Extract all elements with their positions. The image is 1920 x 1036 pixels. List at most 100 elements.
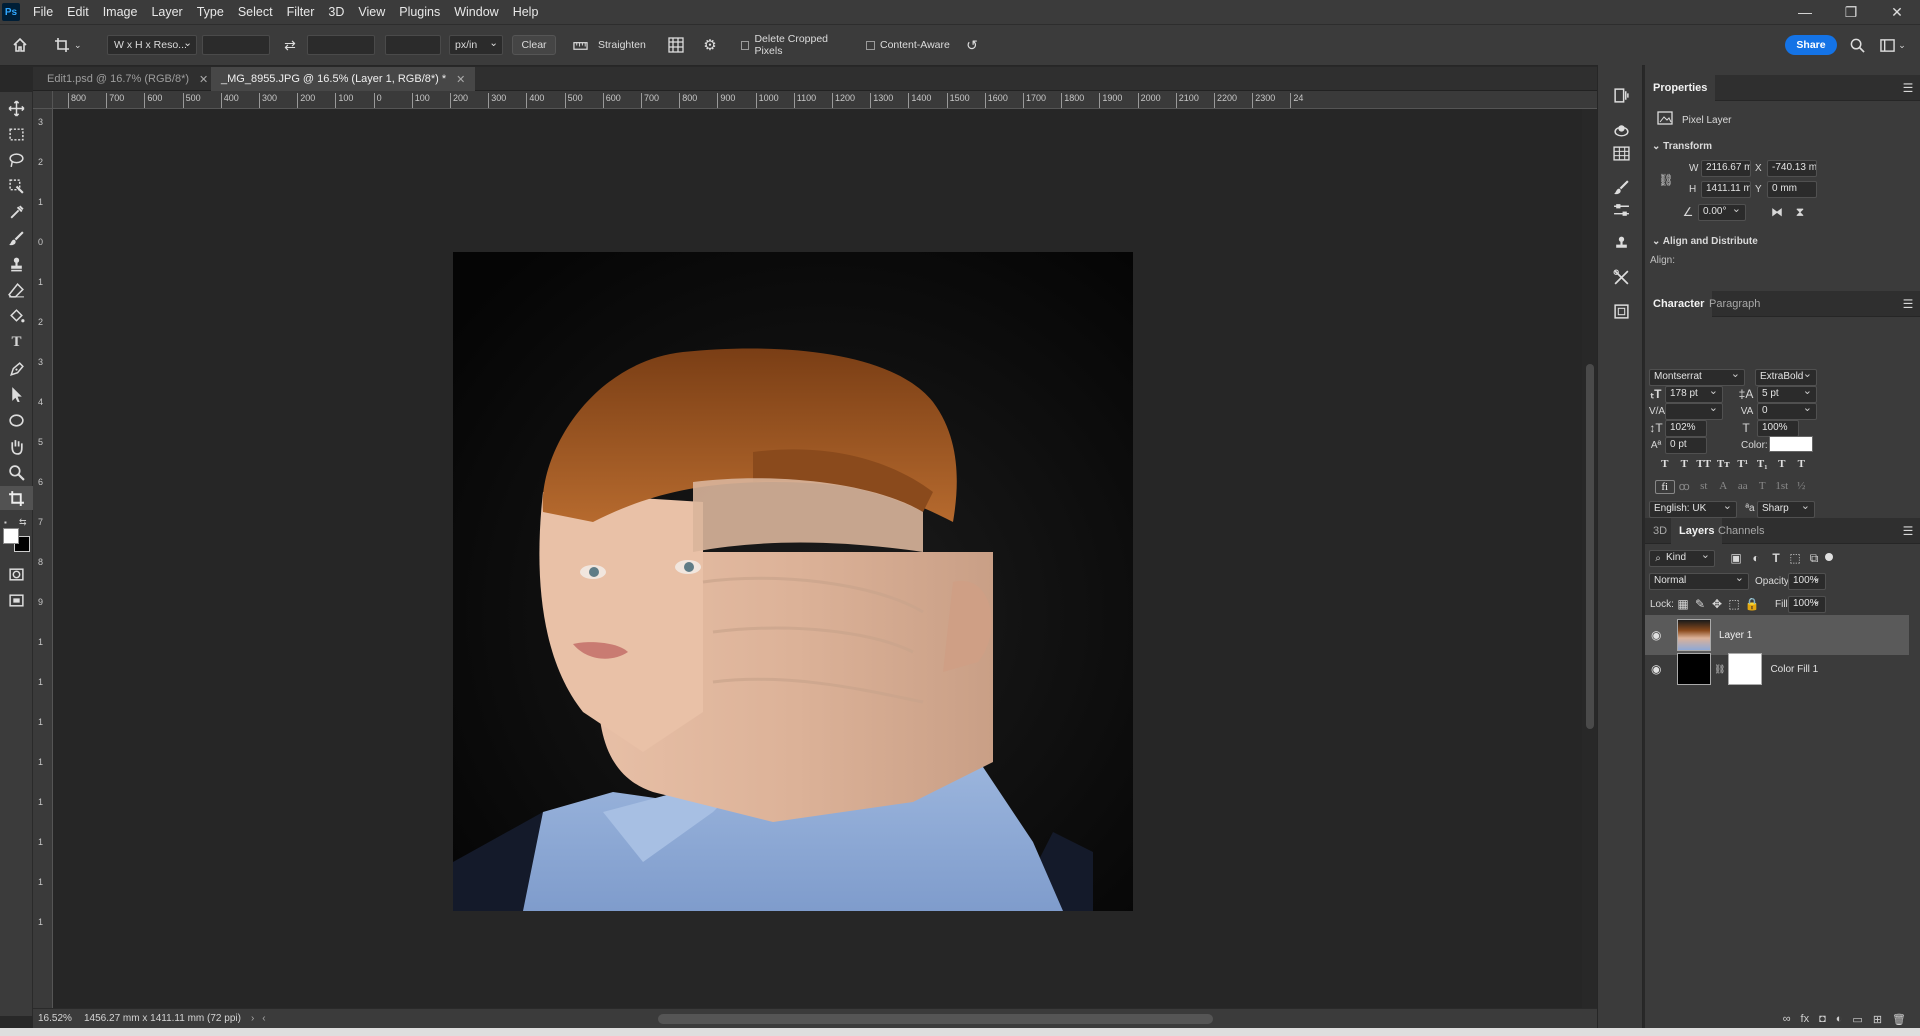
- minimize-button[interactable]: —: [1782, 0, 1828, 24]
- crop-tool-preset-icon[interactable]: ⌄: [54, 35, 90, 55]
- transform-section[interactable]: ⌄ Transform: [1652, 141, 1712, 152]
- shape-filter-icon[interactable]: ⬚: [1788, 551, 1802, 565]
- stamp-tool-icon[interactable]: [0, 252, 33, 276]
- path-selection-icon[interactable]: [0, 382, 33, 406]
- panel-menu-icon[interactable]: ☰: [1902, 297, 1914, 311]
- swap-icon[interactable]: ⇄: [280, 35, 300, 55]
- opentype-button[interactable]: st: [1694, 480, 1714, 494]
- pen-tool-icon[interactable]: [0, 356, 33, 380]
- libraries-icon[interactable]: [1610, 301, 1632, 321]
- language-select[interactable]: English: UK: [1649, 501, 1737, 518]
- type-filter-icon[interactable]: T: [1769, 551, 1783, 565]
- menu-help[interactable]: Help: [506, 0, 546, 24]
- eraser-tool-icon[interactable]: [0, 278, 33, 302]
- close-icon[interactable]: ✕: [456, 73, 465, 86]
- lock-artboard-icon[interactable]: ⬚: [1727, 597, 1741, 611]
- resolution-input[interactable]: [385, 35, 441, 55]
- crop-tool-icon[interactable]: [0, 486, 33, 510]
- vertical-scrollbar-thumb[interactable]: [1586, 364, 1594, 729]
- opacity-field[interactable]: 100%: [1788, 573, 1826, 590]
- char-style-button[interactable]: T: [1655, 458, 1675, 470]
- pixel-filter-icon[interactable]: ▣: [1729, 551, 1743, 565]
- flip-vertical-icon[interactable]: ⧗: [1792, 205, 1808, 219]
- layer-row[interactable]: ◉ ⛓ Color Fill 1: [1645, 649, 1909, 689]
- chevron-right-icon[interactable]: ›: [251, 1013, 254, 1024]
- horizontal-ruler[interactable]: 800 700 600 500 400 300 200 100 0 100 200 300 400 500…: [53, 91, 1609, 109]
- delete-cropped-checkbox[interactable]: Delete Cropped Pixels: [741, 33, 851, 57]
- new-adjustment-icon[interactable]: ◐: [1836, 1013, 1843, 1028]
- tab-edit1[interactable]: Edit1.psd @ 16.7% (RGB/8*) ✕: [37, 67, 218, 91]
- ratio-select[interactable]: W x H x Reso... ⌄: [107, 35, 197, 55]
- visibility-eye-icon[interactable]: ◉: [1651, 662, 1665, 676]
- clear-button[interactable]: Clear: [512, 35, 556, 55]
- layer-name[interactable]: Layer 1: [1719, 630, 1752, 641]
- history-icon[interactable]: [1610, 85, 1632, 105]
- home-icon[interactable]: [12, 35, 34, 55]
- reset-icon[interactable]: ↺: [962, 35, 982, 55]
- lock-all-icon[interactable]: 🔒: [1745, 597, 1760, 611]
- height-field[interactable]: 1411.11 mi: [1701, 181, 1751, 198]
- lock-position-icon[interactable]: ✥: [1710, 597, 1724, 611]
- align-section[interactable]: ⌄ Align and Distribute: [1652, 236, 1758, 247]
- paint-bucket-icon[interactable]: [0, 304, 33, 328]
- straighten-label[interactable]: Straighten: [598, 35, 650, 55]
- menu-window[interactable]: Window: [447, 0, 505, 24]
- menu-plugins[interactable]: Plugins: [392, 0, 447, 24]
- height-input[interactable]: [307, 35, 375, 55]
- fill-field[interactable]: 100%: [1788, 596, 1826, 613]
- kerning-field[interactable]: [1665, 403, 1723, 420]
- flip-horizontal-icon[interactable]: ⧓: [1769, 205, 1785, 219]
- menu-view[interactable]: View: [351, 0, 392, 24]
- x-field[interactable]: -740.13 mr: [1767, 160, 1817, 177]
- lock-transparent-icon[interactable]: ▦: [1676, 597, 1690, 611]
- vertical-ruler[interactable]: 3 2 1 0 1 2 3 4 5 6 7 8 9 1 1 1 1 1 1 1 1: [33, 109, 53, 1008]
- screen-mode-icon[interactable]: [0, 588, 33, 612]
- menu-select[interactable]: Select: [231, 0, 280, 24]
- clone-source-icon[interactable]: [1610, 233, 1632, 253]
- new-group-icon[interactable]: ▭: [1852, 1013, 1862, 1028]
- angle-field[interactable]: 0.00°: [1698, 204, 1746, 221]
- vertical-scrollbar[interactable]: [1582, 109, 1597, 1008]
- opentype-button[interactable]: ꝏ: [1675, 480, 1695, 494]
- menu-layer[interactable]: Layer: [144, 0, 189, 24]
- filter-toggle[interactable]: [1825, 553, 1833, 561]
- tab-paragraph[interactable]: Paragraph: [1701, 291, 1768, 317]
- fx-icon[interactable]: fx: [1801, 1013, 1810, 1028]
- char-style-button[interactable]: T: [1792, 458, 1812, 470]
- search-icon[interactable]: [1848, 35, 1866, 55]
- font-style-select[interactable]: ExtraBold: [1755, 369, 1817, 386]
- link-layers-icon[interactable]: ∞: [1783, 1013, 1791, 1028]
- menu-filter[interactable]: Filter: [280, 0, 322, 24]
- menu-type[interactable]: Type: [190, 0, 231, 24]
- color-icon[interactable]: [1610, 120, 1632, 140]
- tracking-field[interactable]: 0: [1757, 403, 1817, 420]
- trash-icon[interactable]: 🗑: [1892, 1013, 1906, 1028]
- type-tool-icon[interactable]: T: [0, 330, 33, 354]
- lock-pixels-icon[interactable]: ✎: [1693, 597, 1707, 611]
- tool-presets-icon[interactable]: [1610, 267, 1632, 287]
- smart-object-filter-icon[interactable]: ⧉: [1807, 551, 1821, 565]
- menu-file[interactable]: File: [26, 0, 60, 24]
- ellipse-tool-icon[interactable]: [0, 408, 33, 432]
- canvas-area[interactable]: [53, 109, 1582, 1008]
- zoom-tool-icon[interactable]: [0, 460, 33, 484]
- menu-image[interactable]: Image: [96, 0, 145, 24]
- close-window-button[interactable]: ✕: [1874, 0, 1920, 24]
- link-icon[interactable]: ⛓: [1658, 172, 1673, 188]
- close-icon[interactable]: ✕: [199, 73, 208, 86]
- document-canvas[interactable]: [453, 252, 1133, 911]
- swatches-icon[interactable]: [1610, 143, 1632, 163]
- marquee-tool-icon[interactable]: [0, 122, 33, 146]
- text-color-swatch[interactable]: [1769, 436, 1813, 452]
- overlay-grid-icon[interactable]: [666, 35, 686, 55]
- panel-menu-icon[interactable]: ☰: [1902, 81, 1914, 95]
- y-field[interactable]: 0 mm: [1767, 181, 1817, 198]
- opentype-button[interactable]: 1st: [1772, 480, 1792, 494]
- char-style-button[interactable]: Tт: [1714, 458, 1734, 470]
- content-aware-checkbox[interactable]: Content-Aware: [866, 35, 956, 55]
- adjustments-icon[interactable]: [1610, 200, 1632, 220]
- char-style-button[interactable]: T: [1772, 458, 1792, 470]
- chevron-left-icon[interactable]: ‹: [262, 1013, 265, 1024]
- visibility-eye-icon[interactable]: ◉: [1651, 628, 1665, 642]
- gear-icon[interactable]: ⚙: [700, 35, 720, 55]
